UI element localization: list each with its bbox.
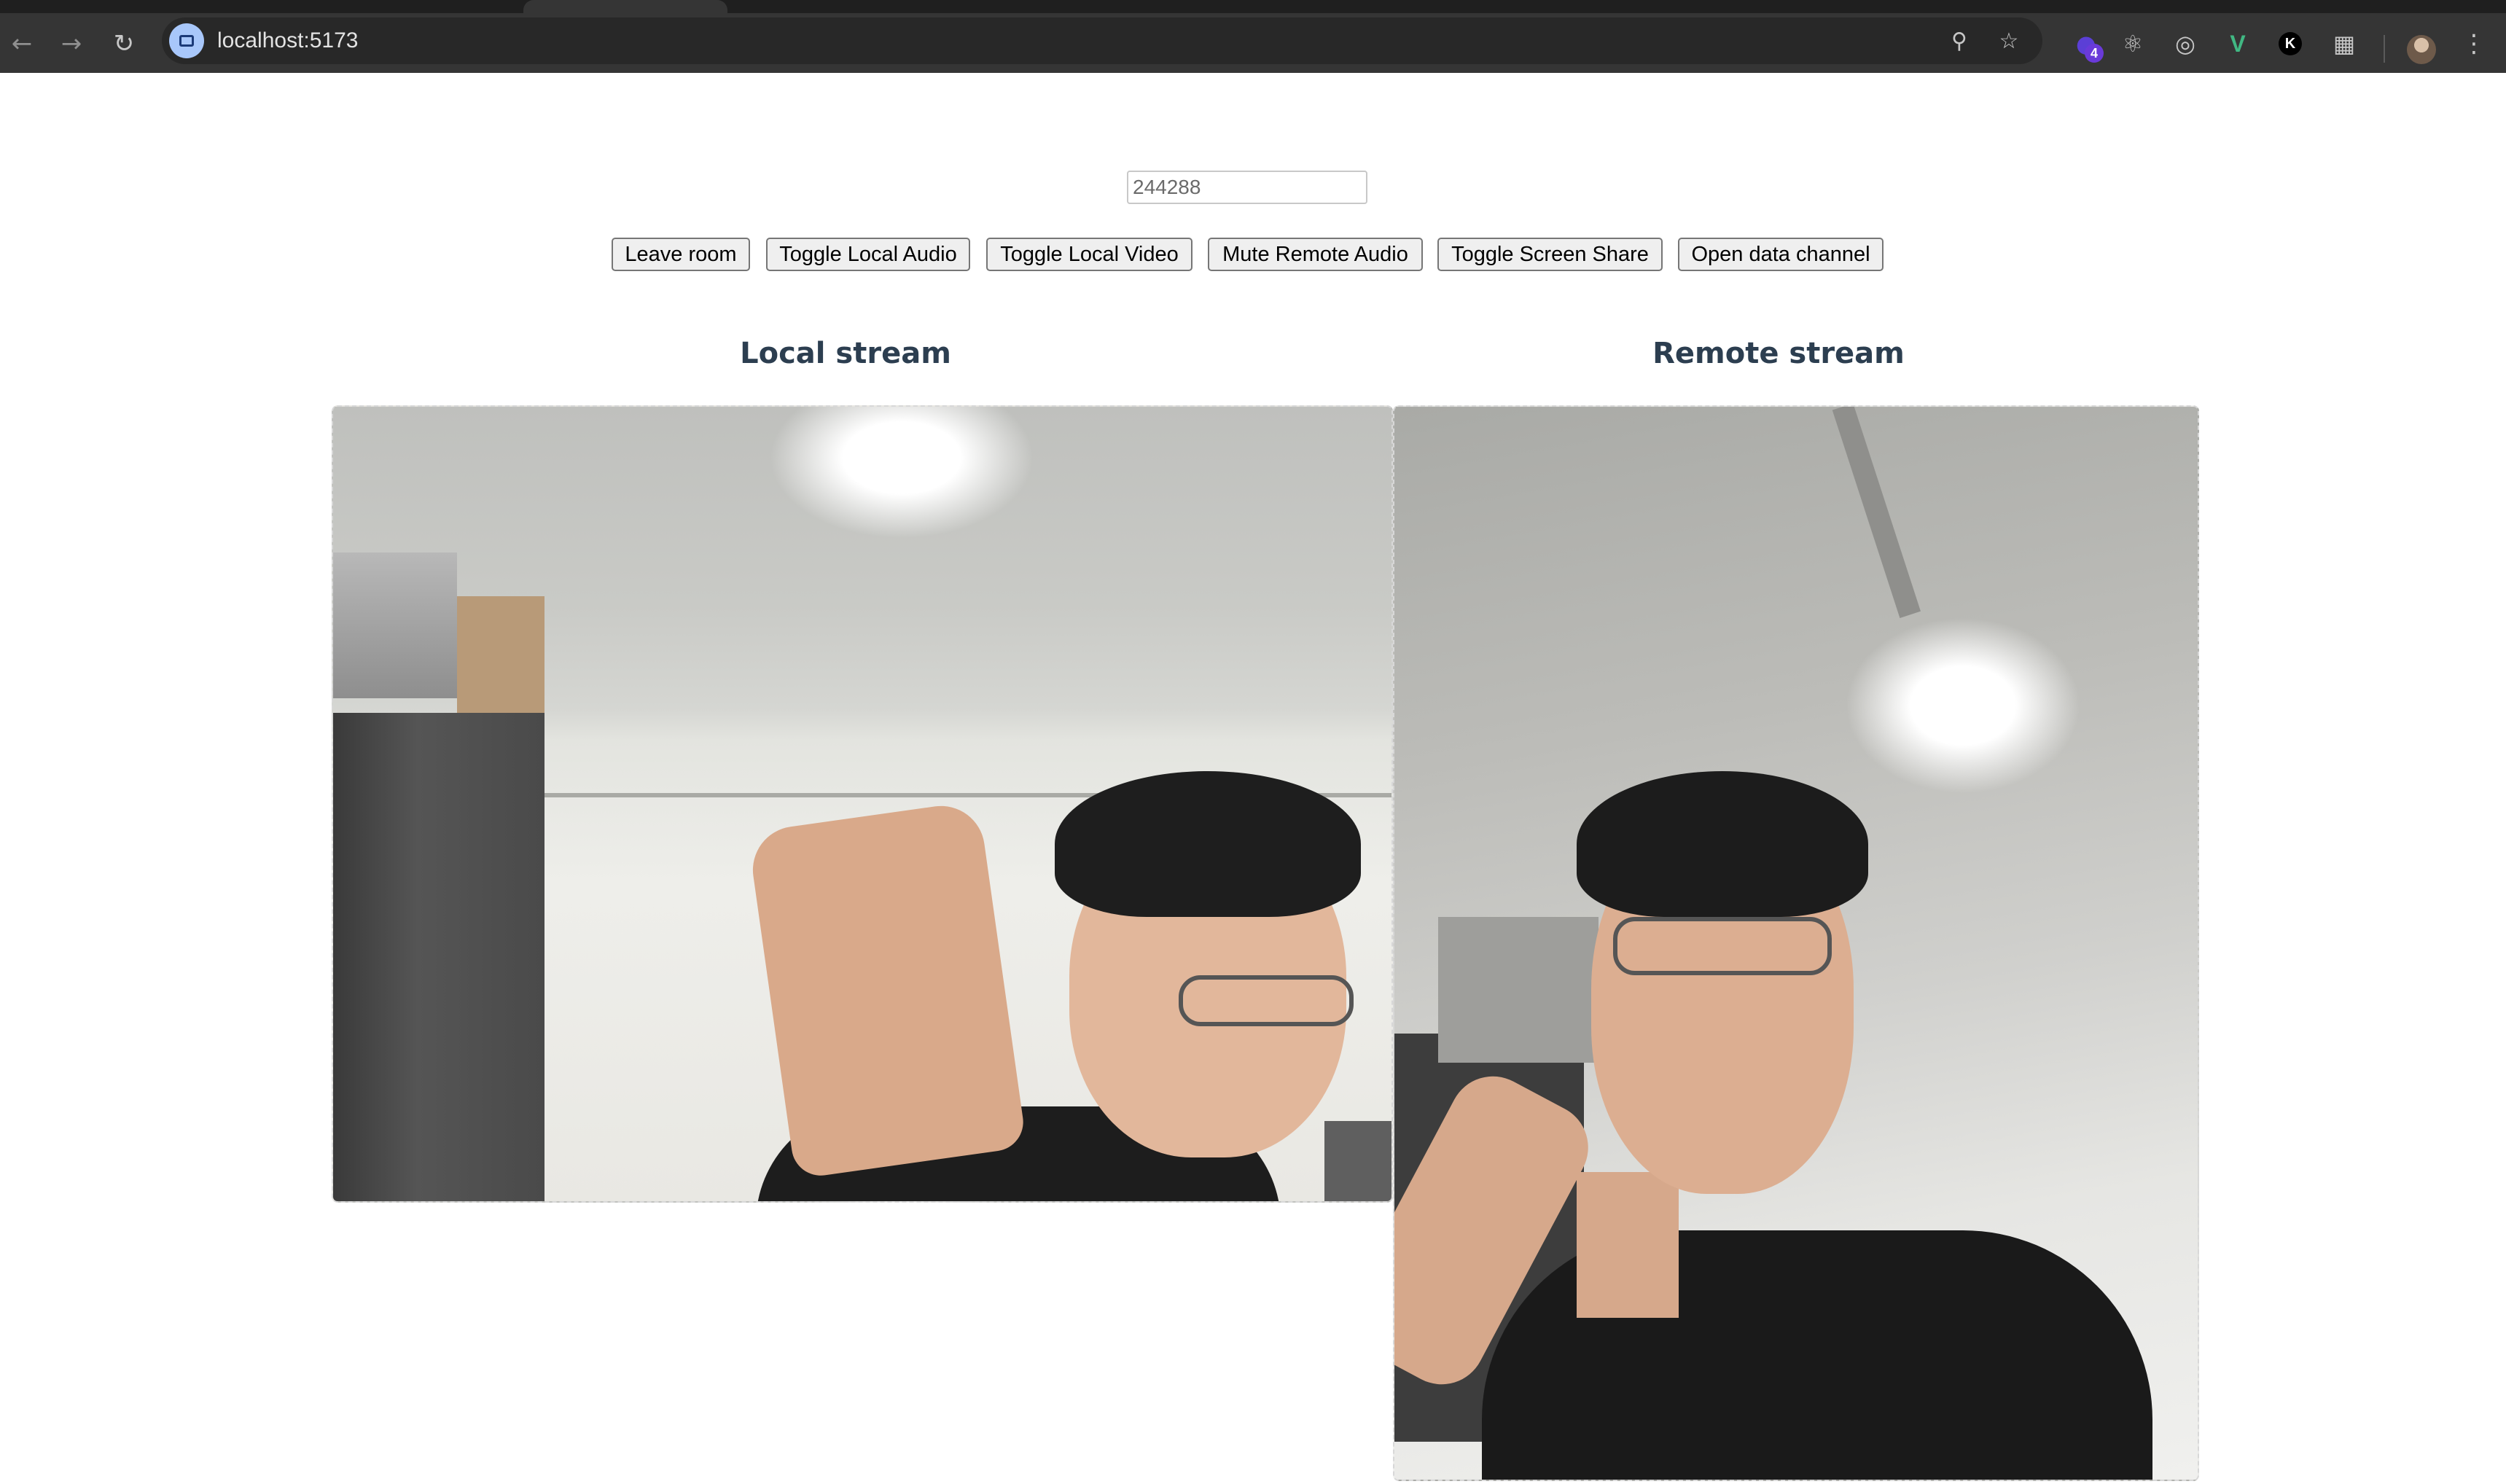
person-hair (1055, 771, 1361, 917)
puzzle-piece-icon[interactable]: ▦ (2324, 23, 2365, 64)
mute-remote-audio-button[interactable]: Mute Remote Audio (1208, 238, 1423, 271)
toggle-screen-share-button[interactable]: Toggle Screen Share (1437, 238, 1663, 271)
star-icon[interactable]: ☆ (1991, 23, 2026, 58)
wardrobe (333, 713, 544, 1201)
url-text[interactable]: localhost:5173 (217, 17, 358, 64)
zoom-icon[interactable]: ⚲ (1942, 23, 1977, 58)
arrow-left-icon[interactable]: ← (4, 26, 39, 61)
storage-boxes (1438, 917, 1599, 1063)
address-bar[interactable]: localhost:5173 ⚲ ☆ (162, 17, 2042, 64)
remote-stream-title: Remote stream (1652, 337, 1905, 370)
remote-video[interactable] (1393, 405, 2199, 1481)
extension-purple-icon[interactable]: ● 4 (2066, 23, 2107, 64)
glasses (1179, 975, 1354, 1026)
local-stream-title: Local stream (740, 337, 951, 370)
room-id-input[interactable] (1127, 171, 1367, 204)
storage-boxes (333, 552, 457, 698)
ceiling-beam (1832, 407, 1921, 618)
kebab-menu-icon[interactable]: ⋮ (2454, 23, 2494, 64)
react-devtools-icon[interactable]: ⚛ (2112, 23, 2153, 64)
person-hair (1577, 771, 1868, 917)
toggle-local-audio-button[interactable]: Toggle Local Audio (766, 238, 970, 271)
toggle-local-video-button[interactable]: Toggle Local Video (986, 238, 1193, 271)
tab-strip (0, 0, 2506, 13)
active-tab[interactable] (523, 0, 727, 13)
video-camera-icon[interactable] (169, 23, 204, 58)
leave-room-button[interactable]: Leave room (612, 238, 750, 271)
target-extension-icon[interactable]: ◎ (2165, 23, 2206, 64)
reload-icon[interactable]: ↻ (106, 26, 141, 61)
avatar[interactable] (2407, 35, 2436, 64)
browser-toolbar: ← → ↻ localhost:5173 ⚲ ☆ ● 4 ⚛ ◎ V K ▦ ⋮ (0, 13, 2506, 73)
glasses (1613, 917, 1832, 975)
person-neck (1577, 1172, 1679, 1318)
extension-badge: 4 (2085, 44, 2104, 63)
local-video[interactable] (332, 405, 1393, 1203)
toolbar-divider (2384, 35, 2385, 63)
arrow-right-icon[interactable]: → (54, 26, 89, 61)
vue-devtools-icon[interactable]: V (2217, 23, 2258, 64)
open-data-channel-button[interactable]: Open data channel (1678, 238, 1884, 271)
thumbs-up-hand (747, 800, 1027, 1179)
bed-edge (1324, 1121, 1391, 1201)
k-extension-icon[interactable]: K (2270, 23, 2311, 64)
